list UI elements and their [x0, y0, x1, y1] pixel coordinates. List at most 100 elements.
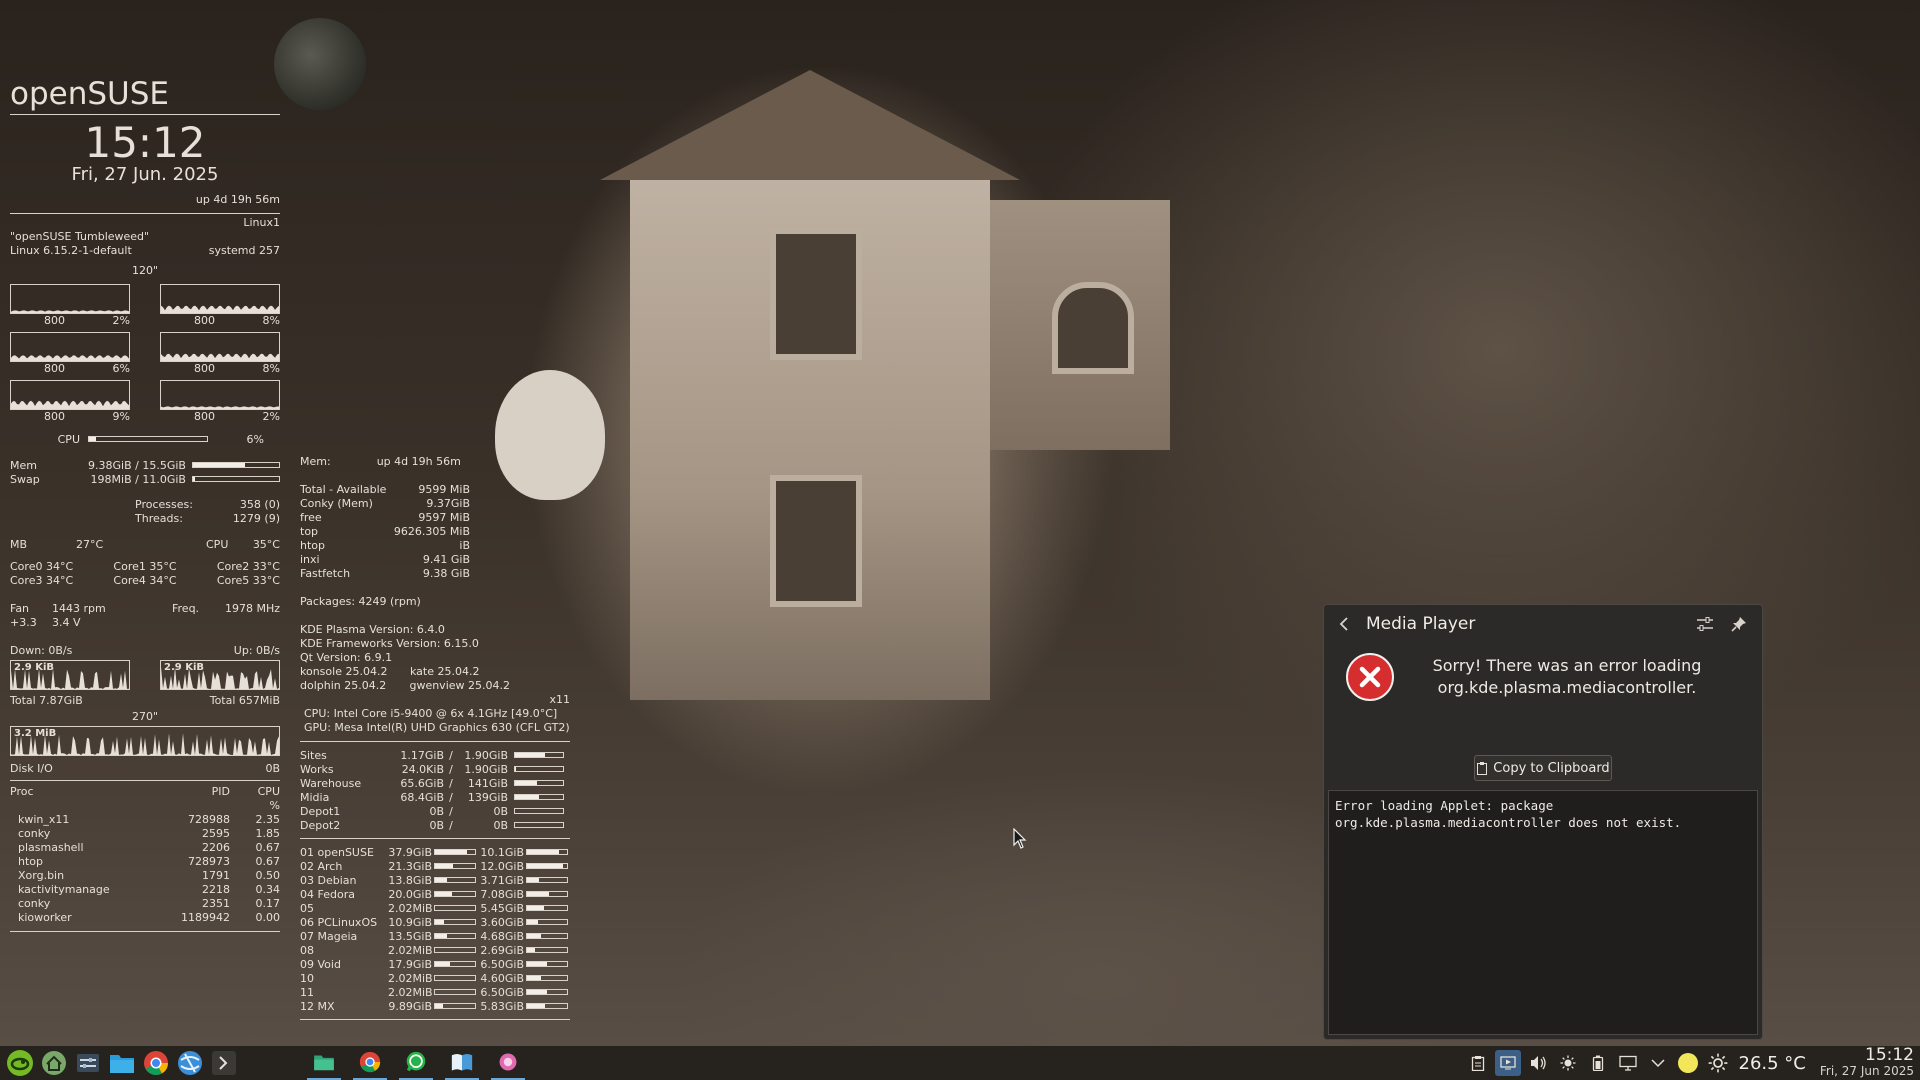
chevron-down-icon[interactable] [1645, 1050, 1671, 1076]
taskbar-launcher-chrome[interactable] [139, 1046, 173, 1080]
partition-bar-2-fill [527, 920, 539, 924]
partition-bar-fill [435, 962, 451, 966]
popup-header: Media Player [1324, 605, 1762, 643]
partition-used: 9.89GiB [388, 999, 432, 1013]
process-cpu: 0.34 [255, 883, 281, 896]
battery-icon[interactable] [1585, 1050, 1611, 1076]
package-count: Packages: 4249 (rpm) [300, 595, 421, 608]
task-media-app[interactable] [491, 1046, 525, 1080]
mem-report-value: 9597 MiB [418, 511, 470, 524]
mount-used: 1.17GiB [400, 748, 444, 762]
process-row: Xorg.bin 1791 0.50 [10, 869, 280, 883]
brightness-icon[interactable] [1555, 1050, 1581, 1076]
cpu-core-usage: 8% [262, 362, 280, 375]
mem-report-row: free 9597 MiB [300, 511, 470, 525]
terminal-icon [212, 1051, 236, 1075]
mount-list: Sites 1.17GiB / 1.90GiB Works 24.0KiB / 1.90GiB… [300, 748, 570, 832]
settings-sliders-icon[interactable] [1692, 611, 1718, 637]
task-chrome[interactable] [353, 1046, 387, 1080]
cpu-core-trace [161, 353, 279, 361]
clipboard-tray-icon[interactable] [1465, 1050, 1491, 1076]
taskbar-launcher-terminal[interactable] [207, 1046, 241, 1080]
task-files[interactable] [307, 1046, 341, 1080]
volume-icon[interactable] [1525, 1050, 1551, 1076]
cpu-core-cell: 800 8% [160, 332, 280, 376]
volt-b: 3.4 V [52, 616, 81, 629]
partition-used: 13.5GiB [388, 929, 432, 943]
task-whatsapp[interactable] [399, 1046, 433, 1080]
back-arrow-icon[interactable] [1334, 614, 1354, 634]
mem-uptime: up 4d 19h 56m [376, 455, 461, 468]
night-color-icon[interactable] [1675, 1050, 1701, 1076]
distro-name: openSUSE [10, 76, 169, 112]
mount-usage-fill [515, 795, 539, 799]
opensuse-logo-icon [7, 1050, 33, 1076]
media-player-tray-icon[interactable] [1494, 1050, 1521, 1076]
process-pid: 1791 [202, 869, 230, 882]
taskbar-launcher-files[interactable] [105, 1046, 139, 1080]
partition-used-2: 5.45GiB [480, 901, 524, 915]
core-temp: Core5 33°C [216, 574, 280, 587]
cpu-core-labels: 800 6% [10, 362, 130, 376]
digital-clock[interactable]: 15:12 Fri, 27 Jun 2025 [1820, 1047, 1914, 1079]
cpu-bar [88, 436, 208, 442]
init-system: systemd 257 [208, 244, 280, 257]
gpu-info: GPU: Mesa Intel(R) UHD Graphics 630 (CFL… [304, 721, 570, 734]
partition-used: 37.9GiB [388, 845, 432, 859]
partition-bar-2-fill [527, 878, 539, 882]
swap-label: Swap [10, 472, 40, 486]
mem-bar [191, 462, 280, 468]
net-down-graph-label: 2.9 KiB [14, 662, 54, 673]
mem-report-value: 9.38 GiB [422, 567, 470, 580]
popup-title: Media Player [1366, 614, 1476, 634]
cpu-core-trace [11, 355, 129, 361]
partition-row: 09 Void 17.9GiB 6.50GiB [300, 957, 570, 971]
cpu-core-grid: 800 2% 800 8% 800 6% 800 8% 800 9% 800 2% [10, 284, 280, 424]
cpu-core-usage: 8% [262, 314, 280, 327]
disk-io-graph: 3.2 MiB [10, 726, 280, 756]
mem-report-value: 9599 MiB [418, 483, 470, 496]
partition-row: 05 2.02MiB 5.45GiB [300, 901, 570, 915]
mount-name: Depot1 [300, 804, 341, 818]
partition-bar-2-fill [527, 864, 563, 868]
cpu-core-graph [160, 380, 280, 410]
os-name: "openSUSE Tumbleweed" [10, 230, 150, 243]
taskbar-launcher-settings[interactable] [71, 1046, 105, 1080]
partition-bar-2 [526, 933, 568, 939]
mem-report-value: 9.41 GiB [422, 553, 470, 566]
mount-row: Depot1 0B / 0B [300, 804, 570, 818]
process-name: htop [18, 855, 43, 868]
mount-used: 68.4GiB [400, 790, 444, 804]
process-name: Xorg.bin [18, 869, 65, 882]
taskbar-launcher-browser[interactable] [173, 1046, 207, 1080]
cpu-temp: 35°C [252, 538, 280, 551]
clock-time: 15:12 [84, 118, 206, 167]
weather-sun-icon[interactable] [1705, 1050, 1731, 1076]
process-pid: 2206 [202, 841, 230, 854]
partition-name: 07 Mageia [300, 929, 358, 943]
process-cpu: 0.17 [255, 897, 281, 910]
copy-to-clipboard-button[interactable]: Copy to Clipboard [1474, 755, 1612, 781]
taskbar-launcher-home[interactable] [37, 1046, 71, 1080]
mount-sep: / [449, 790, 453, 804]
pin-icon[interactable] [1726, 611, 1752, 637]
cpu-core-graph [10, 332, 130, 362]
error-detail-box[interactable]: Error loading Applet: package org.kde.pl… [1328, 790, 1758, 1035]
partition-bar-2 [526, 975, 568, 981]
partition-name: 02 Arch [300, 859, 343, 873]
partition-name: 08 [300, 943, 314, 957]
partition-bar-2-fill [527, 962, 547, 966]
mount-used: 0B [429, 804, 444, 818]
core-temp-row: Core3 34°C Core4 34°C Core5 33°C [10, 574, 280, 588]
task-book-reader[interactable] [445, 1046, 479, 1080]
display-icon[interactable] [1615, 1050, 1641, 1076]
weather-temperature[interactable]: 26.5 °C [1739, 1053, 1806, 1074]
partition-bar-fill [435, 934, 447, 938]
partition-bar-2-fill [527, 850, 559, 854]
cpu-core-trace [161, 406, 279, 409]
process-pid: 2218 [202, 883, 230, 896]
cpu-core-freq: 800 [194, 362, 215, 375]
swap-value: 198MiB / 11.0GiB [90, 472, 186, 486]
cpu-core-cell: 800 8% [160, 284, 280, 328]
application-launcher-button[interactable] [3, 1046, 37, 1080]
